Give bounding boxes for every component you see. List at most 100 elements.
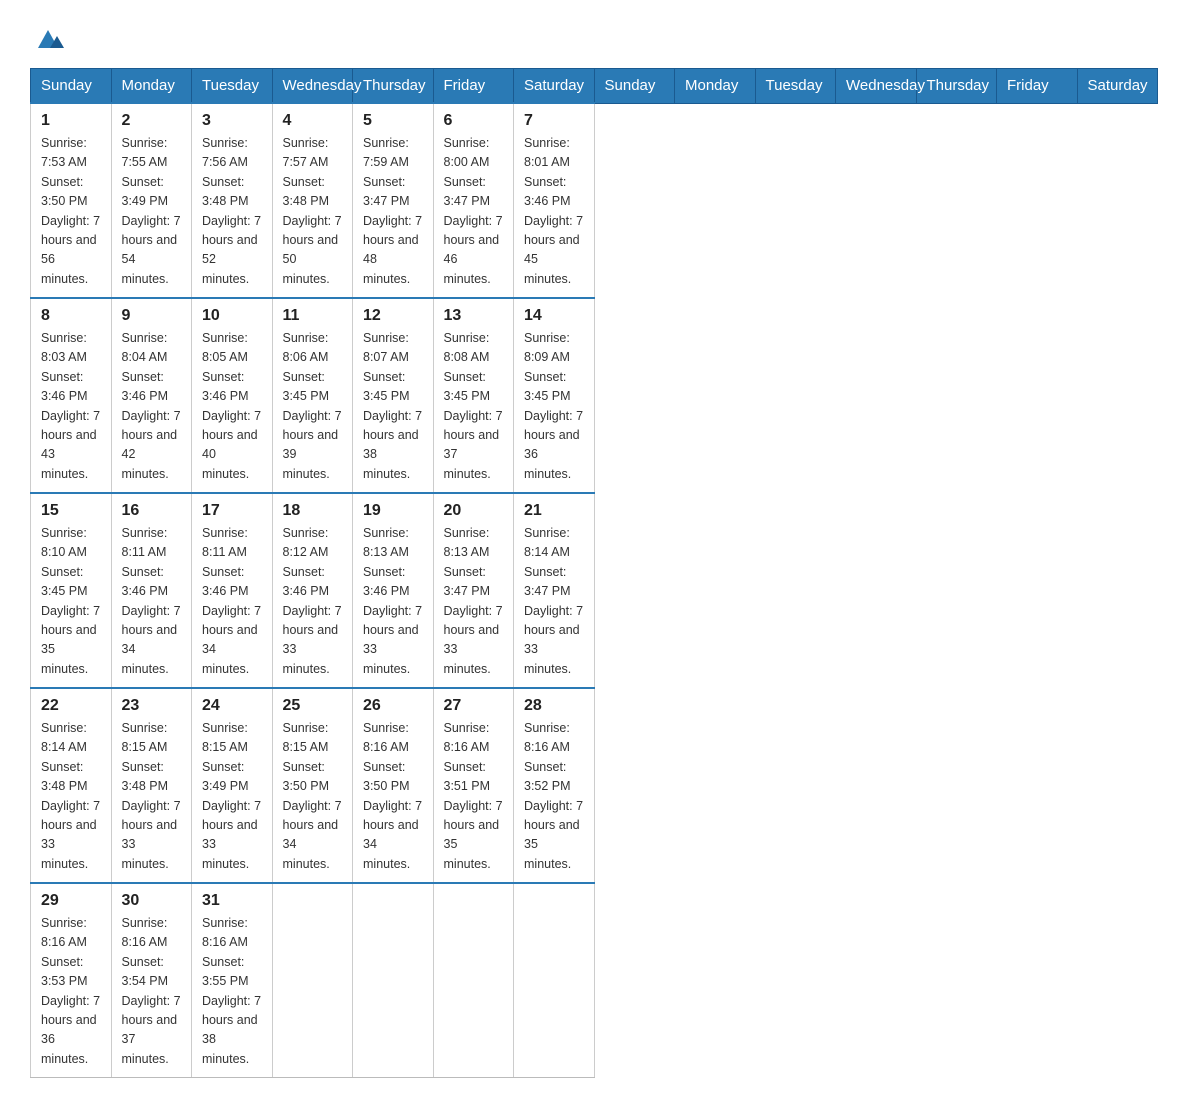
calendar-week-row: 1Sunrise: 7:53 AMSunset: 3:50 PMDaylight… (31, 103, 1158, 298)
day-info: Sunrise: 8:15 AMSunset: 3:50 PMDaylight:… (283, 719, 343, 874)
day-number: 25 (283, 697, 343, 715)
day-number: 21 (524, 502, 584, 520)
calendar-header-row: SundayMondayTuesdayWednesdayThursdayFrid… (31, 69, 1158, 104)
day-info: Sunrise: 8:15 AMSunset: 3:48 PMDaylight:… (122, 719, 182, 874)
day-info: Sunrise: 8:16 AMSunset: 3:52 PMDaylight:… (524, 719, 584, 874)
calendar-day-cell: 13 Sunrise: 8:08 AMSunset: 3:45 PMDayligh… (433, 298, 514, 493)
calendar-day-cell (433, 883, 514, 1078)
calendar-day-cell (514, 883, 595, 1078)
calendar-day-cell: 20Sunrise: 8:13 AMSunset: 3:47 PMDayligh… (433, 493, 514, 688)
day-number: 31 (202, 892, 262, 910)
day-number: 11 (283, 307, 343, 325)
day-number: 10 (202, 307, 262, 325)
day-number: 17 (202, 502, 262, 520)
header-day-friday: Friday (997, 69, 1078, 104)
calendar-day-cell: 16Sunrise: 8:11 AMSunset: 3:46 PMDayligh… (111, 493, 192, 688)
header-cell-thursday: Thursday (353, 69, 434, 104)
calendar-day-cell: 26 Sunrise: 8:16 AMSunset: 3:50 PMDayligh… (353, 688, 434, 883)
day-number: 27 (444, 697, 504, 715)
day-number: 7 (524, 112, 584, 130)
calendar-day-cell: 10 Sunrise: 8:05 AMSunset: 3:46 PMDayligh… (192, 298, 273, 493)
day-number: 5 (363, 112, 423, 130)
header-day-thursday: Thursday (916, 69, 997, 104)
day-info: Sunrise: 8:16 AMSunset: 3:51 PMDaylight:… (444, 719, 504, 874)
day-info: Sunrise: 8:05 AMSunset: 3:46 PMDaylight:… (202, 329, 262, 484)
calendar-day-cell: 12 Sunrise: 8:07 AMSunset: 3:45 PMDayligh… (353, 298, 434, 493)
calendar-week-row: 15Sunrise: 8:10 AMSunset: 3:45 PMDayligh… (31, 493, 1158, 688)
header-cell-saturday: Saturday (514, 69, 595, 104)
day-number: 4 (283, 112, 343, 130)
day-info: Sunrise: 8:06 AMSunset: 3:45 PMDaylight:… (283, 329, 343, 484)
calendar-day-cell: 28 Sunrise: 8:16 AMSunset: 3:52 PMDayligh… (514, 688, 595, 883)
header-cell-tuesday: Tuesday (192, 69, 273, 104)
day-info: Sunrise: 8:03 AMSunset: 3:46 PMDaylight:… (41, 329, 101, 484)
calendar-day-cell: 6Sunrise: 8:00 AMSunset: 3:47 PMDaylight… (433, 103, 514, 298)
day-info: Sunrise: 8:00 AMSunset: 3:47 PMDaylight:… (444, 134, 504, 289)
day-info: Sunrise: 8:16 AMSunset: 3:55 PMDaylight:… (202, 914, 262, 1069)
calendar-day-cell: 14 Sunrise: 8:09 AMSunset: 3:45 PMDayligh… (514, 298, 595, 493)
calendar-day-cell: 21 Sunrise: 8:14 AMSunset: 3:47 PMDayligh… (514, 493, 595, 688)
header-cell-sunday: Sunday (31, 69, 112, 104)
calendar-day-cell: 24Sunrise: 8:15 AMSunset: 3:49 PMDayligh… (192, 688, 273, 883)
day-number: 12 (363, 307, 423, 325)
calendar-table: SundayMondayTuesdayWednesdayThursdayFrid… (30, 68, 1158, 1078)
day-info: Sunrise: 8:16 AMSunset: 3:53 PMDaylight:… (41, 914, 101, 1069)
calendar-day-cell: 7 Sunrise: 8:01 AMSunset: 3:46 PMDaylight… (514, 103, 595, 298)
calendar-week-row: 29 Sunrise: 8:16 AMSunset: 3:53 PMDayligh… (31, 883, 1158, 1078)
page-header (30, 20, 1158, 50)
calendar-day-cell: 30 Sunrise: 8:16 AMSunset: 3:54 PMDayligh… (111, 883, 192, 1078)
day-info: Sunrise: 7:56 AMSunset: 3:48 PMDaylight:… (202, 134, 262, 289)
day-number: 20 (444, 502, 504, 520)
day-number: 8 (41, 307, 101, 325)
day-number: 2 (122, 112, 182, 130)
calendar-day-cell: 23 Sunrise: 8:15 AMSunset: 3:48 PMDayligh… (111, 688, 192, 883)
calendar-day-cell: 8 Sunrise: 8:03 AMSunset: 3:46 PMDaylight… (31, 298, 112, 493)
day-info: Sunrise: 8:01 AMSunset: 3:46 PMDaylight:… (524, 134, 584, 289)
day-info: Sunrise: 8:13 AMSunset: 3:46 PMDaylight:… (363, 524, 423, 679)
day-info: Sunrise: 8:14 AMSunset: 3:47 PMDaylight:… (524, 524, 584, 679)
day-number: 1 (41, 112, 101, 130)
day-number: 13 (444, 307, 504, 325)
day-number: 26 (363, 697, 423, 715)
day-info: Sunrise: 7:59 AMSunset: 3:47 PMDaylight:… (363, 134, 423, 289)
day-info: Sunrise: 8:10 AMSunset: 3:45 PMDaylight:… (41, 524, 101, 679)
header-day-wednesday: Wednesday (836, 69, 917, 104)
day-info: Sunrise: 8:08 AMSunset: 3:45 PMDaylight:… (444, 329, 504, 484)
day-info: Sunrise: 8:16 AMSunset: 3:54 PMDaylight:… (122, 914, 182, 1069)
calendar-day-cell: 17Sunrise: 8:11 AMSunset: 3:46 PMDayligh… (192, 493, 273, 688)
day-number: 30 (122, 892, 182, 910)
day-info: Sunrise: 8:09 AMSunset: 3:45 PMDaylight:… (524, 329, 584, 484)
header-cell-monday: Monday (111, 69, 192, 104)
day-info: Sunrise: 8:15 AMSunset: 3:49 PMDaylight:… (202, 719, 262, 874)
logo (30, 20, 64, 50)
header-day-tuesday: Tuesday (755, 69, 836, 104)
day-info: Sunrise: 8:16 AMSunset: 3:50 PMDaylight:… (363, 719, 423, 874)
day-info: Sunrise: 8:07 AMSunset: 3:45 PMDaylight:… (363, 329, 423, 484)
calendar-day-cell: 25 Sunrise: 8:15 AMSunset: 3:50 PMDayligh… (272, 688, 353, 883)
calendar-day-cell: 5 Sunrise: 7:59 AMSunset: 3:47 PMDaylight… (353, 103, 434, 298)
day-number: 28 (524, 697, 584, 715)
header-day-monday: Monday (675, 69, 756, 104)
day-number: 14 (524, 307, 584, 325)
calendar-day-cell: 31 Sunrise: 8:16 AMSunset: 3:55 PMDayligh… (192, 883, 273, 1078)
day-info: Sunrise: 8:12 AMSunset: 3:46 PMDaylight:… (283, 524, 343, 679)
calendar-day-cell (272, 883, 353, 1078)
calendar-day-cell: 4 Sunrise: 7:57 AMSunset: 3:48 PMDaylight… (272, 103, 353, 298)
header-cell-friday: Friday (433, 69, 514, 104)
day-number: 29 (41, 892, 101, 910)
day-number: 23 (122, 697, 182, 715)
day-number: 22 (41, 697, 101, 715)
calendar-day-cell: 2 Sunrise: 7:55 AMSunset: 3:49 PMDaylight… (111, 103, 192, 298)
calendar-day-cell: 27 Sunrise: 8:16 AMSunset: 3:51 PMDayligh… (433, 688, 514, 883)
day-info: Sunrise: 7:55 AMSunset: 3:49 PMDaylight:… (122, 134, 182, 289)
day-info: Sunrise: 7:57 AMSunset: 3:48 PMDaylight:… (283, 134, 343, 289)
day-info: Sunrise: 8:14 AMSunset: 3:48 PMDaylight:… (41, 719, 101, 874)
day-number: 19 (363, 502, 423, 520)
calendar-week-row: 8 Sunrise: 8:03 AMSunset: 3:46 PMDaylight… (31, 298, 1158, 493)
calendar-day-cell: 11 Sunrise: 8:06 AMSunset: 3:45 PMDayligh… (272, 298, 353, 493)
day-number: 16 (122, 502, 182, 520)
header-day-saturday: Saturday (1077, 69, 1158, 104)
calendar-day-cell: 3Sunrise: 7:56 AMSunset: 3:48 PMDaylight… (192, 103, 273, 298)
day-info: Sunrise: 8:04 AMSunset: 3:46 PMDaylight:… (122, 329, 182, 484)
day-number: 9 (122, 307, 182, 325)
